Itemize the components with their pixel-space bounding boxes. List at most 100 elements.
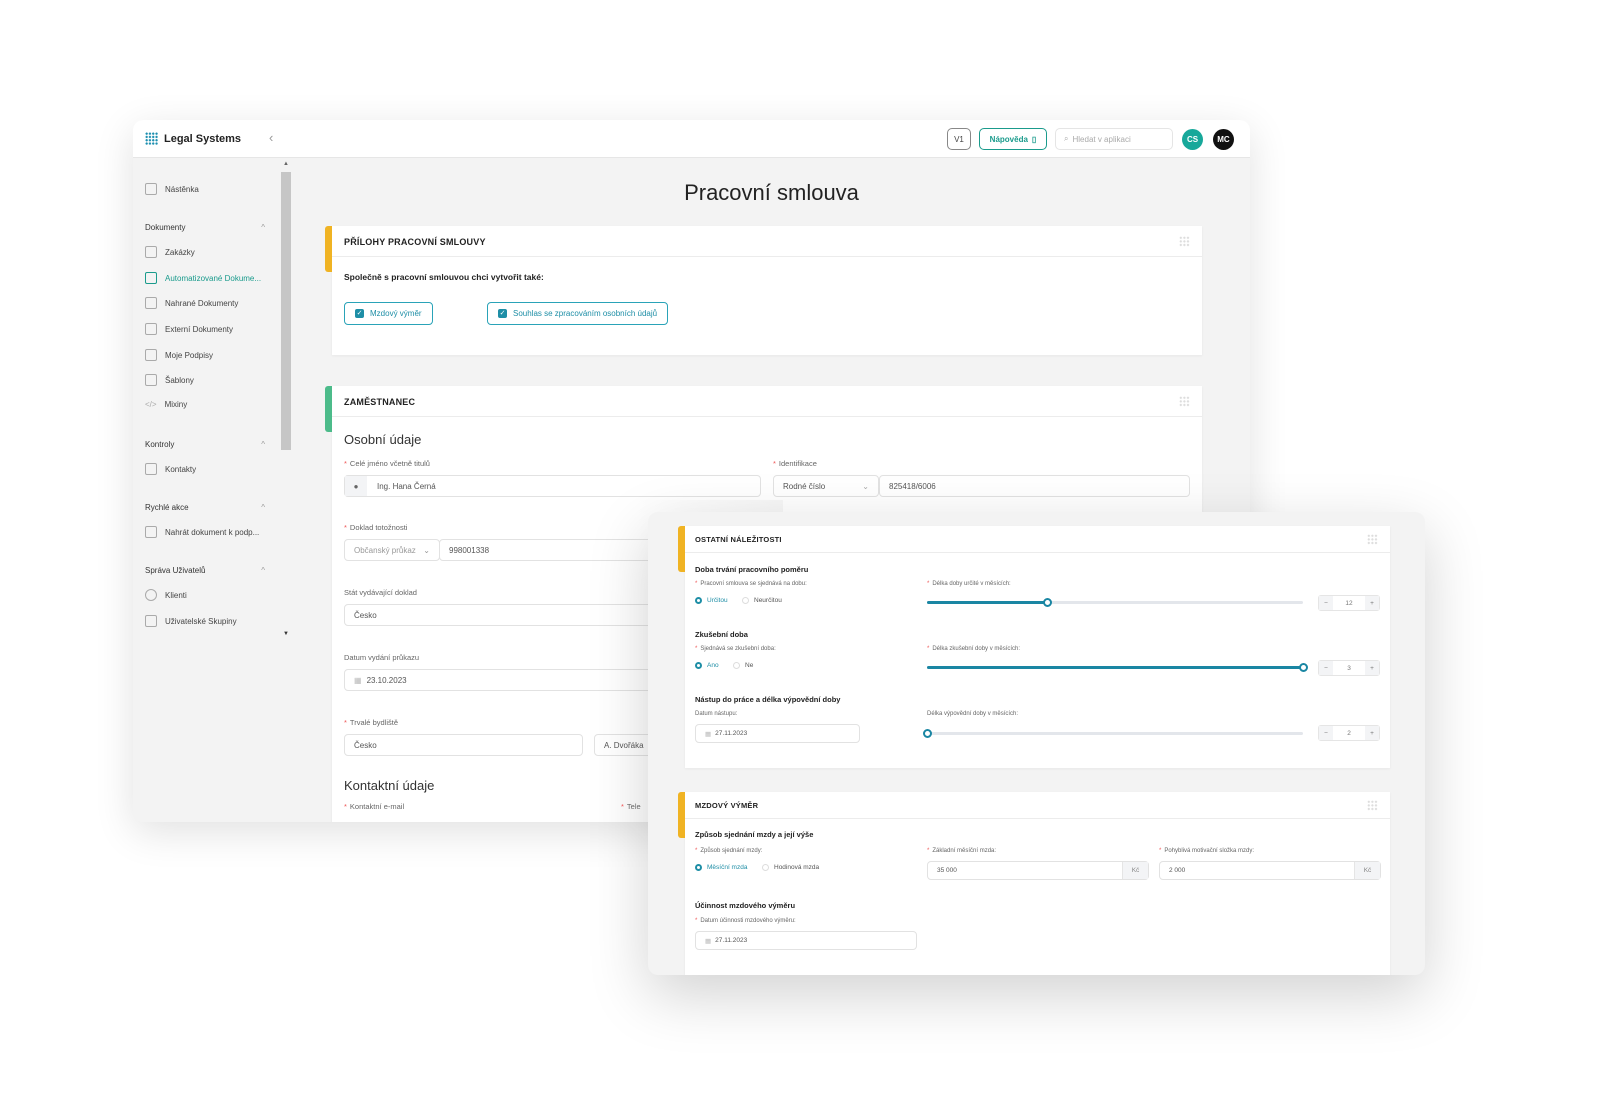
sidebar-group-user-admin[interactable]: Správa Uživatelů ^ [145,566,265,575]
radio-dot [733,662,740,669]
label: Hodinová mzda [774,864,820,871]
label: Rychlé akce [145,503,189,512]
variable-wage-input[interactable]: 2 000 Kč [1159,861,1381,880]
drag-handle-icon[interactable] [1367,800,1378,811]
sidebar-item-upload-for-signature[interactable]: Nahrát dokument k podp... [145,526,259,538]
drag-handle-icon[interactable] [1179,236,1190,247]
sidebar-item-uploaded-docs[interactable]: Nahrané Dokumenty [145,297,238,309]
sidebar-scrollbar[interactable] [281,172,291,450]
accent-bar [678,526,685,572]
label: Klienti [165,590,187,600]
sidebar-item-signatures[interactable]: Moje Podpisy [145,349,213,361]
sidebar-item-templates[interactable]: Šablony [145,374,194,386]
plus-button[interactable]: + [1365,596,1379,610]
card-title: MZDOVÝ VÝMĚR [685,792,1390,819]
sidebar-item-home[interactable]: Nástěnka [145,183,199,195]
wage-card: MZDOVÝ VÝMĚR Způsob sjednání mzdy a její… [678,792,1390,975]
sidebar-group-quick-actions[interactable]: Rychlé akce ^ [145,503,265,512]
term-length-stepper[interactable]: − 12 + [1318,595,1380,611]
probation-length-stepper[interactable]: − 3 + [1318,660,1380,676]
scroll-down-icon[interactable]: ▼ [283,631,289,637]
bookmark-icon [145,526,157,538]
label: Automatizované Dokume... [165,273,262,283]
label: Nástěnka [165,184,199,194]
minus-button[interactable]: − [1319,596,1333,610]
document-icon [145,272,157,284]
radio-probation-no[interactable]: Ne [733,662,753,669]
radio-indefinite[interactable]: Neurčitou [742,597,782,604]
check-icon: ✓ [355,309,364,318]
sidebar-item-mixins[interactable]: </> Mixiny [145,400,187,409]
sidebar-group-documents[interactable]: Dokumenty ^ [145,223,265,232]
section-heading: Účinnost mzdového výměru [695,901,796,910]
value: 35 000 [937,867,957,874]
value: 27.11.2023 [715,730,748,737]
search-input[interactable]: ⌕ Hledat v aplikaci [1055,128,1173,150]
scroll-up-icon[interactable]: ▲ [283,161,289,167]
start-date-input[interactable]: ▦ 27.11.2023 [695,724,860,743]
slider-handle[interactable] [1299,663,1308,672]
id-value-input[interactable]: 825418/6006 [879,475,1190,497]
radio-monthly-wage[interactable]: Měsíční mzda [695,864,747,871]
value: 2 [1347,729,1351,737]
issue-date-label: Datum vydání průkazu [344,653,420,662]
sidebar-item-user-groups[interactable]: Uživatelské Skupiny [145,615,237,627]
radio-dot [695,662,702,669]
minus-button[interactable]: − [1319,661,1333,675]
sidebar-group-controls[interactable]: Kontroly ^ [145,440,265,449]
slider-handle[interactable] [1043,598,1053,607]
label: Mixiny [164,400,188,409]
doc-type-select[interactable]: Občanský průkaz ⌄ [344,539,440,561]
effect-date-input[interactable]: ▦ 27.11.2023 [695,931,917,950]
notice-length-stepper[interactable]: − 2 + [1318,725,1380,741]
sidebar-item-contacts[interactable]: Kontakty [145,463,196,475]
id-type-select[interactable]: Rodné číslo ⌄ [773,475,879,497]
label: Nahrané Dokumenty [165,298,239,308]
avatar-cs[interactable]: CS [1182,129,1203,150]
checkbox-gdpr-consent[interactable]: ✓ Souhlas se zpracováním osobních údajů [487,302,669,325]
radio-fixed-term[interactable]: Určitou [695,597,728,604]
sidebar-item-automated-docs[interactable]: Automatizované Dokume... [145,272,261,284]
base-wage-input[interactable]: 35 000 Kč [927,861,1149,880]
help-button[interactable]: Nápověda ▯ [979,128,1047,150]
label: Dokumenty [145,223,186,232]
version-button[interactable]: V1 [947,128,971,150]
sidebar-item-clients[interactable]: Klienti [145,589,187,601]
label: Kontakty [165,464,197,474]
doc-label: * Doklad totožnosti [344,523,408,532]
value: 23.10.2023 [366,675,407,685]
plus-button[interactable]: + [1365,661,1379,675]
chevron-up-icon: ^ [261,440,265,449]
radio-hourly-wage[interactable]: Hodinová mzda [762,864,819,871]
search-placeholder: Hledat v aplikaci [1072,134,1131,144]
term-length-label: * Délka doby určité v měsících: [927,581,1011,587]
residence-country-input[interactable]: Česko [344,734,583,756]
plus-button[interactable]: + [1365,726,1379,740]
chevron-down-icon: ⌄ [862,481,869,491]
term-length-slider[interactable] [927,598,1303,607]
sidebar-item-orders[interactable]: Zakázky [145,246,195,258]
logo[interactable]: Legal Systems [145,132,241,145]
avatar-mc[interactable]: MC [1213,129,1234,150]
chevron-up-icon: ^ [261,566,265,575]
drag-handle-icon[interactable] [1367,534,1378,545]
radio-probation-yes[interactable]: Ano [695,662,719,669]
drag-handle-icon[interactable] [1179,396,1190,407]
label: Zakázky [165,247,195,257]
probation-length-slider[interactable] [927,663,1308,672]
probation-length-label: * Délka zkušební doby v měsících: [927,646,1021,652]
currency-suffix: Kč [1122,862,1148,879]
checkbox-wage-statement[interactable]: ✓ Mzdový výměr [344,302,433,325]
value: 12 [1345,599,1353,607]
notice-length-slider[interactable] [923,729,1303,738]
slider-handle[interactable] [923,729,932,738]
label: Určitou [707,597,728,604]
collapse-sidebar-icon[interactable]: ‹ [269,130,273,145]
check-icon: ✓ [498,309,507,318]
section-heading: Zkušební doba [695,630,748,639]
label: Kontroly [145,440,175,449]
variable-wage-label: * Pohyblivá motivační složka mzdy: [1159,848,1255,854]
full-name-input[interactable]: ● Ing. Hana Černá [344,475,761,497]
minus-button[interactable]: − [1319,726,1333,740]
sidebar-item-external-docs[interactable]: Externí Dokumenty [145,323,233,335]
